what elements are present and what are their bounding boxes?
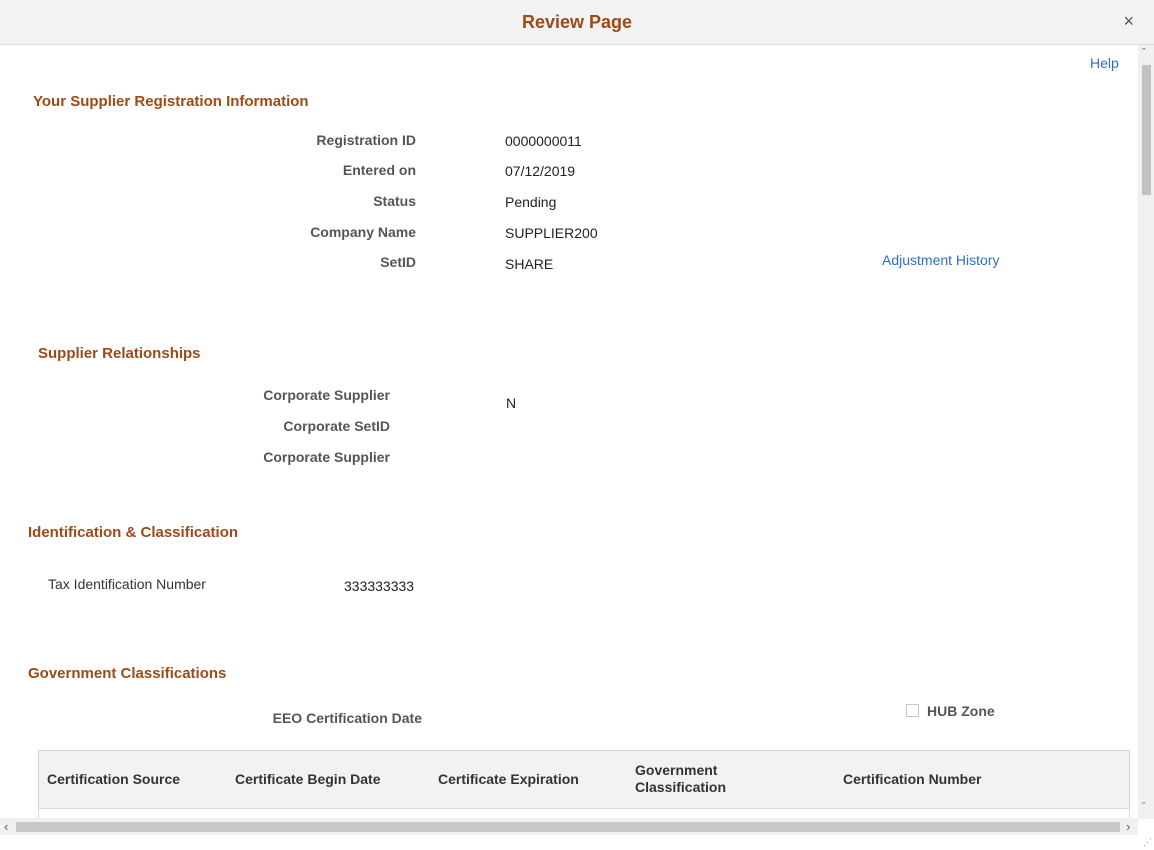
setid-label: SetID — [380, 254, 416, 270]
status-value: Pending — [505, 194, 557, 210]
page-title: Review Page — [521, 12, 633, 32]
vertical-scroll-thumb[interactable] — [1142, 65, 1151, 195]
status-label: Status — [373, 193, 416, 209]
corporate-supplier-label: Corporate Supplier — [263, 387, 390, 403]
adjustment-history-link[interactable]: Adjustment History — [882, 252, 999, 268]
grid-header-row: Certification Source Certificate Begin D… — [39, 751, 1129, 809]
hub-zone-label: HUB Zone — [927, 702, 995, 719]
eeo-certification-date-label: EEO Certification Date — [272, 710, 422, 726]
close-icon[interactable]: × — [1123, 11, 1134, 31]
tax-id-label: Tax Identification Number — [48, 576, 206, 592]
tax-id-value: 333333333 — [344, 578, 415, 594]
setid-value: SHARE — [505, 256, 554, 272]
corporate-supplier-id-label: Corporate Supplier — [263, 449, 390, 465]
column-header-certificate-begin-date[interactable]: Certificate Begin Date — [235, 771, 380, 788]
resize-grip-icon[interactable]: ⋰ — [1143, 837, 1152, 848]
help-link[interactable]: Help — [1090, 55, 1119, 71]
column-header-certificate-expiration[interactable]: Certificate Expiration — [438, 771, 579, 788]
modal-title-bar: Review Page × — [0, 0, 1154, 45]
hub-zone-field: HUB Zone — [906, 702, 995, 720]
horizontal-scroll-thumb[interactable] — [16, 822, 1120, 832]
column-header-certification-number[interactable]: Certification Number — [843, 771, 981, 788]
chevron-left-icon[interactable]: ‹ — [4, 819, 8, 834]
section-heading-government: Government Classifications — [28, 665, 227, 682]
section-heading-registration: Your Supplier Registration Information — [33, 93, 309, 110]
entered-on-value: 07/12/2019 — [505, 163, 576, 179]
chevron-up-icon[interactable]: ˆ — [1142, 47, 1146, 59]
vertical-scrollbar[interactable]: ˆ ˇ — [1138, 45, 1154, 819]
column-header-certification-source[interactable]: Certification Source — [47, 771, 180, 788]
certification-grid: Certification Source Certificate Begin D… — [38, 750, 1130, 819]
company-name-value: SUPPLIER200 — [505, 225, 598, 241]
chevron-right-icon[interactable]: › — [1126, 819, 1130, 834]
horizontal-scrollbar[interactable]: ‹ › — [0, 818, 1138, 835]
section-heading-identification: Identification & Classification — [28, 524, 239, 541]
chevron-down-icon[interactable]: ˇ — [1142, 801, 1146, 813]
modal-content: Help Your Supplier Registration Informat… — [0, 45, 1138, 819]
section-heading-relationships: Supplier Relationships — [38, 345, 201, 362]
column-header-government-classification[interactable]: Government Classification — [635, 762, 745, 796]
hub-zone-checkbox[interactable] — [906, 704, 919, 718]
corporate-supplier-value: N — [506, 395, 517, 411]
registration-id-value: 0000000011 — [505, 133, 582, 149]
registration-id-label: Registration ID — [316, 132, 416, 148]
company-name-label: Company Name — [310, 224, 416, 240]
corporate-setid-label: Corporate SetID — [283, 418, 390, 434]
entered-on-label: Entered on — [342, 162, 416, 178]
